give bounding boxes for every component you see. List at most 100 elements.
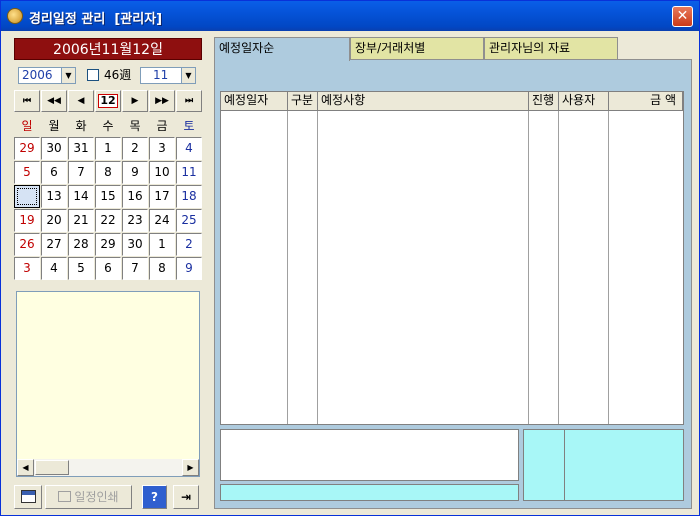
calendar-day[interactable]: 19 xyxy=(14,209,40,232)
calendar-day[interactable]: 22 xyxy=(95,209,121,232)
calendar-day[interactable]: 9 xyxy=(176,257,202,280)
calendar-view-button[interactable] xyxy=(14,485,42,509)
title-bar[interactable]: 경리일정 관리 [관리자] ✕ xyxy=(1,1,699,31)
calendar-day[interactable]: 2 xyxy=(176,233,202,256)
calendar-day[interactable]: 23 xyxy=(122,209,148,232)
calendar-day[interactable] xyxy=(14,185,40,208)
col-header-type[interactable]: 구분 xyxy=(288,92,318,111)
weekday-label: 월 xyxy=(48,119,60,133)
current-date-banner: 2006년11월12일 xyxy=(14,38,202,60)
calendar-day[interactable]: 30 xyxy=(122,233,148,256)
exit-button[interactable]: ⇥ xyxy=(173,485,199,509)
calendar-day[interactable]: 26 xyxy=(14,233,40,256)
chevron-down-icon[interactable]: ▼ xyxy=(181,68,195,83)
tab-admin-data[interactable]: 관리자님의 자료 xyxy=(484,37,618,59)
week-label: 46週 xyxy=(104,68,132,82)
column-divider xyxy=(528,111,529,424)
month-value: 11 xyxy=(153,68,169,82)
memo-scrollbar[interactable]: ◀ ▶ xyxy=(17,459,199,476)
calendar-day[interactable]: 30 xyxy=(41,137,67,160)
last-year-button[interactable]: ⏭ xyxy=(176,90,202,112)
next-year-button[interactable]: ▶▶ xyxy=(149,90,175,112)
col-header-progress[interactable]: 진행 xyxy=(529,92,559,111)
col-header-date[interactable]: 예정일자 xyxy=(221,92,288,111)
calendar-day[interactable]: 18 xyxy=(176,185,202,208)
calendar-day[interactable]: 20 xyxy=(41,209,67,232)
weekday-label: 목 xyxy=(129,119,141,133)
scroll-left-icon[interactable]: ◀ xyxy=(17,459,34,476)
calendar-day[interactable]: 27 xyxy=(41,233,67,256)
next-month-button[interactable]: ▶ xyxy=(122,90,148,112)
col-header-user[interactable]: 사용자 xyxy=(559,92,609,111)
calendar-day[interactable]: 8 xyxy=(149,257,175,280)
help-button[interactable]: ? xyxy=(142,485,167,509)
schedule-grid[interactable]: 예정일자 구분 예정사항 진행 사용자 금 액 xyxy=(220,91,684,425)
calendar-day[interactable]: 28 xyxy=(68,233,94,256)
close-button[interactable]: ✕ xyxy=(672,6,693,27)
memo-area[interactable] xyxy=(16,291,200,477)
calendar-day[interactable]: 11 xyxy=(176,161,202,184)
today-button[interactable]: 12 xyxy=(95,90,121,112)
month-select[interactable]: 11 ▼ xyxy=(140,67,196,84)
calendar-icon: 12 xyxy=(98,94,118,108)
calendar-day[interactable]: 7 xyxy=(68,161,94,184)
calendar-day[interactable]: 5 xyxy=(14,161,40,184)
calendar-day[interactable]: 1 xyxy=(149,233,175,256)
column-divider xyxy=(287,111,288,424)
week-checkbox[interactable] xyxy=(87,69,99,81)
calendar-day[interactable]: 4 xyxy=(176,137,202,160)
prev-year-button[interactable]: ◀◀ xyxy=(41,90,67,112)
weekday-label: 토 xyxy=(183,119,195,133)
main-window: 경리일정 관리 [관리자] ✕ 2006년11월12일 2006 ▼ 46週 1… xyxy=(0,0,700,516)
print-label: 일정인쇄 xyxy=(74,490,119,504)
year-select[interactable]: 2006 ▼ xyxy=(18,67,76,84)
tab-by-ledger[interactable]: 장부/거래처별 xyxy=(350,37,484,59)
scroll-right-icon[interactable]: ▶ xyxy=(182,459,199,476)
calendar-day[interactable]: 6 xyxy=(95,257,121,280)
weekday-label: 화 xyxy=(75,119,87,133)
calendar-day[interactable]: 17 xyxy=(149,185,175,208)
scroll-thumb[interactable] xyxy=(35,460,69,475)
year-value: 2006 xyxy=(22,68,53,82)
status-field xyxy=(220,484,519,501)
calendar-day[interactable]: 15 xyxy=(95,185,121,208)
calendar-day[interactable]: 29 xyxy=(95,233,121,256)
weekday-label: 일 xyxy=(21,119,33,133)
app-icon xyxy=(7,8,23,24)
calendar-day[interactable]: 2 xyxy=(122,137,148,160)
print-schedule-button[interactable]: 일정인쇄 xyxy=(45,485,132,509)
calendar-day[interactable]: 24 xyxy=(149,209,175,232)
column-divider xyxy=(558,111,559,424)
calendar-day[interactable]: 31 xyxy=(68,137,94,160)
calendar-day[interactable]: 3 xyxy=(14,257,40,280)
tab-by-date[interactable]: 예정일자순 xyxy=(214,37,350,61)
window-title: 경리일정 관리 [관리자] xyxy=(29,12,163,27)
calendar-day[interactable]: 21 xyxy=(68,209,94,232)
calendar-day[interactable]: 25 xyxy=(176,209,202,232)
calendar-day[interactable]: 5 xyxy=(68,257,94,280)
printer-icon xyxy=(58,491,72,502)
calendar-day[interactable]: 14 xyxy=(68,185,94,208)
calendar-day[interactable]: 9 xyxy=(122,161,148,184)
calendar-day[interactable]: 4 xyxy=(41,257,67,280)
prev-month-button[interactable]: ◀ xyxy=(68,90,94,112)
col-header-amount[interactable]: 금 액 xyxy=(609,92,683,111)
col-header-item[interactable]: 예정사항 xyxy=(318,92,529,111)
calendar-day[interactable]: 10 xyxy=(149,161,175,184)
calendar-day[interactable]: 16 xyxy=(122,185,148,208)
calendar-day[interactable]: 6 xyxy=(41,161,67,184)
column-divider xyxy=(317,111,318,424)
chevron-down-icon[interactable]: ▼ xyxy=(61,68,75,83)
calendar-day[interactable]: 13 xyxy=(41,185,67,208)
calendar-day[interactable]: 3 xyxy=(149,137,175,160)
detail-textbox[interactable] xyxy=(220,429,519,481)
calendar-day[interactable]: 7 xyxy=(122,257,148,280)
calendar-day[interactable]: 29 xyxy=(14,137,40,160)
summary-box xyxy=(523,429,684,501)
column-divider xyxy=(608,111,609,424)
calendar-icon xyxy=(20,490,36,503)
first-year-button[interactable]: ⏮ xyxy=(14,90,40,112)
weekday-label: 금 xyxy=(156,119,168,133)
calendar-day[interactable]: 1 xyxy=(95,137,121,160)
calendar-day[interactable]: 8 xyxy=(95,161,121,184)
